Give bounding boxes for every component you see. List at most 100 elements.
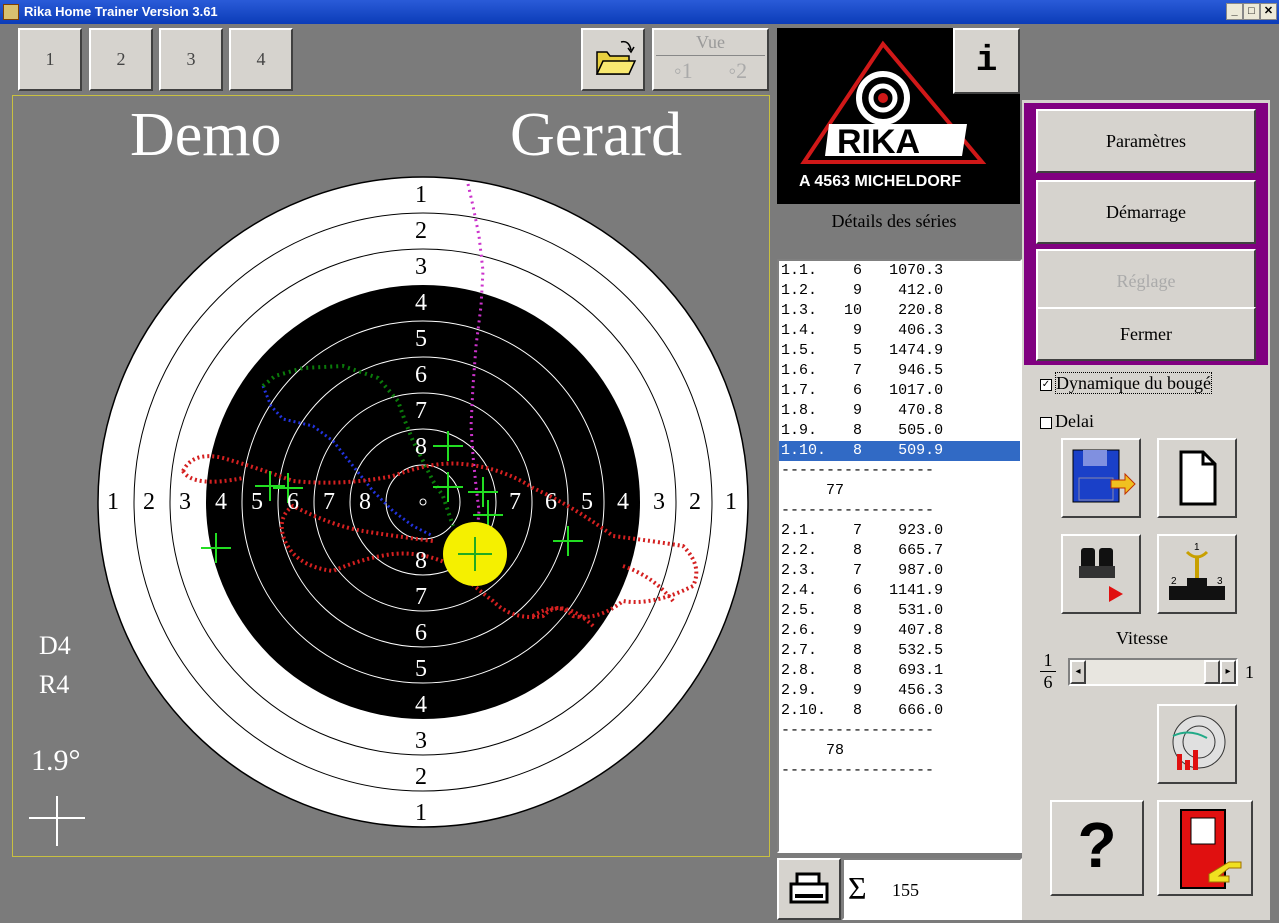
label-r: R4 (39, 670, 70, 699)
vue-group: Vue ◦1 ◦2 (652, 28, 769, 91)
open-folder-button[interactable] (581, 28, 645, 91)
label-hr5: 5 (581, 489, 593, 515)
target-labels: 1 2 3 4 5 6 7 8 8 7 6 5 4 3 2 1 1 2 3 4 … (13, 96, 769, 856)
series1-total: 77 (826, 482, 845, 499)
logo-address: A 4563 MICHELDORF (799, 173, 961, 190)
exit-button[interactable] (1157, 800, 1253, 896)
label-v6: 6 (415, 362, 427, 388)
label-h3: 3 (179, 489, 191, 515)
series-row[interactable]: 1.8. 9 470.8 (779, 401, 1020, 421)
label-h4: 4 (215, 489, 227, 515)
target-panel: 1 2 3 4 5 6 7 8 8 7 6 5 4 3 2 1 1 2 3 4 … (12, 95, 770, 857)
window-title: Rika Home Trainer Version 3.61 (24, 4, 218, 19)
series-button-1[interactable]: 1 (18, 28, 82, 91)
series-row[interactable]: 2.4. 6 1141.9 (779, 581, 1020, 601)
series-row[interactable]: 2.1. 7 923.0 (779, 521, 1020, 541)
series-row[interactable]: 2.10. 8 666.0 (779, 701, 1020, 721)
vitesse-fraction: 1 6 (1040, 650, 1056, 693)
vue-option-1[interactable]: ◦1 (674, 58, 693, 84)
demarrage-button[interactable]: Démarrage (1036, 180, 1256, 244)
checkbox-icon (1040, 416, 1052, 429)
separator: ----------------- (781, 722, 935, 739)
series-row[interactable]: 1.9. 8 505.0 (779, 421, 1020, 441)
shooter-name-right: Gerard (510, 101, 683, 169)
maximize-button[interactable]: □ (1243, 3, 1260, 20)
document-icon (1179, 450, 1217, 506)
app-icon (3, 4, 19, 20)
vitesse-max: 1 (1245, 662, 1254, 682)
series-row[interactable]: 2.6. 9 407.8 (779, 621, 1020, 641)
folder-icon (595, 40, 637, 75)
series-button-4[interactable]: 4 (229, 28, 293, 91)
label-v5: 5 (415, 326, 427, 352)
label-vb5: 5 (415, 656, 427, 682)
replay-button[interactable] (1061, 534, 1141, 614)
label-hr2: 2 (689, 489, 701, 515)
vitesse-slider[interactable]: ◂ ▸ (1068, 658, 1238, 686)
label-hr6: 6 (545, 489, 557, 515)
series-button-3[interactable]: 3 (159, 28, 223, 91)
new-file-button[interactable] (1157, 438, 1237, 518)
series-row[interactable]: 2.3. 7 987.0 (779, 561, 1020, 581)
parametres-button[interactable]: Paramètres (1036, 109, 1256, 173)
series-row[interactable]: 2.8. 8 693.1 (779, 661, 1020, 681)
series-list[interactable]: 1.1. 6 1070.3 1.2. 9 412.0 1.3. 10 220.8 1.… (777, 259, 1022, 853)
dynamique-checkbox[interactable]: ✓ Dynamique du bougé (1040, 372, 1212, 394)
fermer-button[interactable]: Fermer (1036, 307, 1256, 361)
vue-label: Vue (696, 32, 725, 52)
print-button[interactable] (777, 858, 841, 920)
slider-thumb[interactable] (1204, 660, 1220, 684)
vitesse-label: Vitesse (1116, 628, 1168, 648)
svg-text:1: 1 (1194, 542, 1200, 553)
vue-option-2[interactable]: ◦2 (728, 58, 747, 84)
title-bar: Rika Home Trainer Version 3.61 _ □ ✕ (0, 0, 1279, 24)
podium-button[interactable]: 1 2 3 (1157, 534, 1237, 614)
delai-checkbox[interactable]: Delai (1040, 411, 1094, 432)
label-v4: 4 (415, 290, 427, 316)
delai-label: Delai (1055, 411, 1094, 431)
minimize-button[interactable]: _ (1226, 3, 1243, 20)
label-h8: 8 (359, 489, 371, 515)
label-vb4: 4 (415, 692, 427, 718)
label-vb7: 7 (415, 584, 427, 610)
separator: ----------------- (781, 462, 935, 479)
slider-right-arrow[interactable]: ▸ (1220, 660, 1236, 684)
slider-left-arrow[interactable]: ◂ (1070, 660, 1086, 684)
label-h1: 1 (107, 489, 119, 515)
label-vb8: 8 (415, 548, 427, 574)
series-row[interactable]: 1.1. 6 1070.3 (779, 261, 1020, 281)
series-row[interactable]: 2.5. 8 531.0 (779, 601, 1020, 621)
series-row[interactable]: 1.5. 5 1474.9 (779, 341, 1020, 361)
question-mark-icon: ? (1077, 809, 1117, 881)
save-button[interactable] (1061, 438, 1141, 518)
analysis-button[interactable] (1157, 704, 1237, 784)
help-button[interactable]: ? (1050, 800, 1144, 896)
label-v8: 8 (415, 434, 427, 460)
label-v3: 3 (415, 254, 427, 280)
series-row[interactable]: 2.9. 9 456.3 (779, 681, 1020, 701)
series-row[interactable]: 1.4. 9 406.3 (779, 321, 1020, 341)
series-row[interactable]: 1.2. 9 412.0 (779, 281, 1020, 301)
series2-total: 78 (826, 742, 845, 759)
label-h5: 5 (251, 489, 263, 515)
details-title: Détails des séries (831, 211, 957, 231)
reglage-button[interactable]: Réglage (1036, 249, 1256, 313)
label-hr3: 3 (653, 489, 665, 515)
label-vb1: 1 (415, 800, 427, 826)
dynamique-label: Dynamique du bougé (1055, 372, 1212, 394)
series-row[interactable]: 1.10. 8 509.9 (779, 441, 1020, 461)
sum-value: 155 (892, 880, 919, 900)
podium-icon: 1 2 3 (1169, 542, 1225, 600)
analysis-chart-icon (1172, 715, 1226, 770)
series-row[interactable]: 1.3. 10 220.8 (779, 301, 1020, 321)
series-button-2[interactable]: 2 (89, 28, 153, 91)
series-row[interactable]: 1.6. 7 946.5 (779, 361, 1020, 381)
series-row[interactable]: 2.7. 8 532.5 (779, 641, 1020, 661)
separator: ----------------- (781, 502, 935, 519)
close-button[interactable]: ✕ (1260, 3, 1277, 20)
series-row[interactable]: 1.7. 6 1017.0 (779, 381, 1020, 401)
series-row[interactable]: 2.2. 8 665.7 (779, 541, 1020, 561)
label-vb2: 2 (415, 764, 427, 790)
svg-text:2: 2 (1171, 576, 1177, 587)
info-button[interactable]: i (953, 28, 1020, 94)
